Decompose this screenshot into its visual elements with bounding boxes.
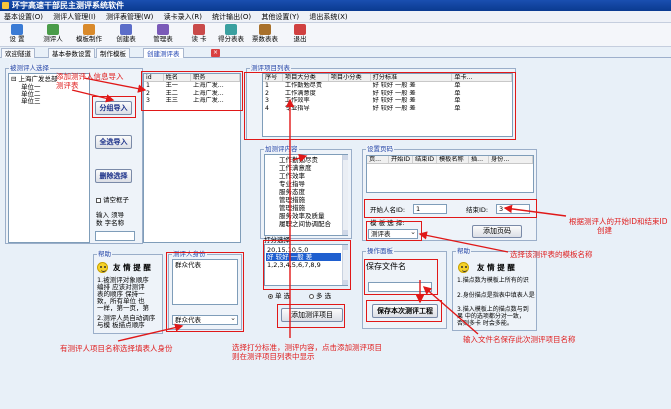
content-item[interactable]: 服务效率及质量: [279, 212, 325, 220]
person-icon: [47, 24, 59, 35]
highlight-box-scoring: [263, 240, 351, 290]
score-table-icon: [225, 24, 237, 35]
content-item[interactable]: 工作效率: [279, 172, 305, 180]
annotation-import-line2: 测评表: [56, 81, 79, 90]
template-icon: [83, 24, 95, 35]
toolbar-manage-form-button[interactable]: 管理表: [150, 24, 176, 46]
content-item[interactable]: 专业指导: [279, 180, 305, 188]
evaluee-selection-caption: 被测评人选择: [9, 64, 50, 72]
right-help-line: 否则多卡 时会多能。: [457, 320, 513, 327]
content-item[interactable]: 工作满意度: [279, 164, 312, 172]
page-setup-caption: 设置页码: [366, 145, 394, 153]
right-help-line: 2.身份描点是指表中填表人是: [457, 292, 535, 299]
multi-select-radio[interactable]: 多 选: [309, 292, 331, 300]
tree-root[interactable]: ⊟ 上海广发总部: [11, 75, 58, 83]
tree-item-unit-3[interactable]: 单位三: [21, 97, 41, 105]
clear-box-checkbox[interactable]: 请空框子: [96, 196, 129, 204]
toolbar: 设 置 测评人 模板制作 创建表 管理表 读 卡 得分表表 票数表表 退出: [0, 23, 671, 47]
content-scrollbar[interactable]: [342, 155, 348, 235]
left-help-caption: 帮助: [97, 250, 112, 258]
tab-basic-params[interactable]: 基本参数设置: [48, 48, 95, 58]
annotation-save: 输入文件名保存此次测评项目名称: [463, 335, 576, 344]
window-title-bar: 环宇高速干部民主测评系统软件: [0, 0, 671, 11]
content-item[interactable]: 工作勤勉尽责: [279, 156, 318, 164]
annotation-scoring-line2: 则在测评项目列表中显示: [232, 352, 315, 361]
highlight-box-ids: [364, 199, 537, 218]
app-icon: [2, 2, 9, 9]
window-title: 环宇高速干部民主测评系统软件: [12, 1, 124, 10]
tab-make-template[interactable]: 制作模板: [96, 48, 130, 58]
toolbar-rater-button[interactable]: 测评人: [40, 24, 66, 46]
menu-form-management[interactable]: 测评表管理(W): [102, 11, 157, 23]
right-help-line: 1.描点数为模板上所有的识: [457, 277, 529, 284]
test-items-caption: 测评项目列表: [250, 64, 291, 72]
annotation-identity: 有测评人项目名称选择填表人身份: [60, 344, 173, 353]
toolbar-score-table-button[interactable]: 得分表表: [218, 24, 244, 46]
repeat-label-1: 输入 须导: [96, 211, 125, 219]
single-select-radio[interactable]: 单 选: [268, 292, 290, 300]
create-form-icon: [120, 24, 132, 35]
highlight-box-template: [366, 221, 422, 241]
toolbar-vote-table-button[interactable]: 票数表表: [252, 24, 278, 46]
save-panel-caption: 操作面板: [366, 247, 394, 255]
right-help-heading: 友 情 提 醒: [477, 263, 515, 272]
menu-statistics-output[interactable]: 统计输出(O): [208, 11, 255, 23]
repeat-label-2: 数 字名称: [96, 219, 125, 227]
annotation-scoring: 选择打分标准，测评内容，点击添加测评项目: [232, 343, 382, 352]
menu-exit-system[interactable]: 退出系统(X): [305, 11, 351, 23]
content-item[interactable]: 服务态度: [279, 188, 305, 196]
tab-create-form[interactable]: 创建测评表: [143, 48, 184, 58]
vote-table-icon: [259, 24, 271, 35]
exit-icon: [294, 24, 306, 35]
delete-selected-button[interactable]: 删除选择: [95, 169, 132, 183]
manage-form-icon: [157, 24, 169, 35]
left-help-heading: 友 情 提 醒: [113, 263, 151, 272]
page-setup-list[interactable]: 页... 开始ID 结束ID 模板名称 插... 身份...: [366, 155, 534, 193]
highlight-box-import: [92, 96, 136, 118]
test-content-list[interactable]: 工作勤勉尽责 工作满意度 工作效率 专业指导 服务态度 管理措施 管理措施 服务…: [264, 154, 348, 236]
highlight-box-people: [141, 71, 243, 111]
menu-basic-settings[interactable]: 基本设置(O): [0, 11, 47, 23]
toolbar-settings-button[interactable]: 设 置: [4, 24, 30, 46]
menu-bar: 基本设置(O) 测评人管理(I) 测评表管理(W) 读卡录入(R) 统计输出(O…: [0, 11, 671, 23]
highlight-box-add-item: [277, 304, 345, 328]
menu-rater-management[interactable]: 测评人管理(I): [49, 11, 100, 23]
card-reader-icon: [193, 24, 205, 35]
gear-icon: [11, 24, 23, 35]
test-content-caption: 加测评内容: [264, 145, 299, 153]
tab-welcome[interactable]: 欢迎隧道: [1, 48, 35, 58]
annotation-import: 添加测评人信息导入: [56, 72, 124, 81]
content-item[interactable]: 管理措施: [279, 204, 305, 212]
toolbar-template-button[interactable]: 模板制作: [76, 24, 102, 46]
highlight-box-items: [244, 72, 516, 140]
import-all-button[interactable]: 全选导入: [95, 135, 132, 149]
menu-other-settings[interactable]: 其他设置(Y): [257, 11, 303, 23]
highlight-box-save: [366, 300, 442, 322]
close-tab-icon[interactable]: ×: [211, 49, 220, 57]
page-setup-header: 页... 开始ID 结束ID 模板名称 插... 身份...: [367, 156, 533, 164]
highlight-box-filename: [364, 259, 438, 295]
repeat-input[interactable]: [95, 231, 135, 241]
annotation-template: 选择该测评表的模板名称: [510, 250, 593, 259]
right-help-caption: 帮助: [456, 247, 471, 255]
left-help-line: 与模 板描点顺序: [97, 321, 145, 329]
unit-tree[interactable]: ⊟ 上海广发总部 单位一 单位二 单位三: [8, 73, 90, 243]
annotation-ids-line2: 创建: [597, 226, 612, 235]
smiley-icon: [458, 262, 469, 273]
add-page-button[interactable]: 添加页码: [472, 225, 522, 238]
toolbar-create-form-button[interactable]: 创建表: [113, 24, 139, 46]
annotation-ids: 根据测评人的开始ID和结束ID: [569, 217, 668, 226]
left-help-line: 一样，第一页，第: [97, 304, 149, 312]
toolbar-exit-button[interactable]: 退出: [287, 24, 313, 46]
toolbar-read-card-button[interactable]: 读 卡: [186, 24, 212, 46]
smiley-icon: [97, 262, 108, 273]
highlight-box-identity: [166, 252, 244, 332]
menu-card-reading[interactable]: 读卡录入(R): [160, 11, 206, 23]
tab-bar: 欢迎隧道 基本参数设置 制作模板 创建测评表 ×: [0, 48, 671, 58]
content-item[interactable]: 管理措施: [279, 196, 305, 204]
content-item[interactable]: 履职之间协调配合: [279, 220, 331, 228]
